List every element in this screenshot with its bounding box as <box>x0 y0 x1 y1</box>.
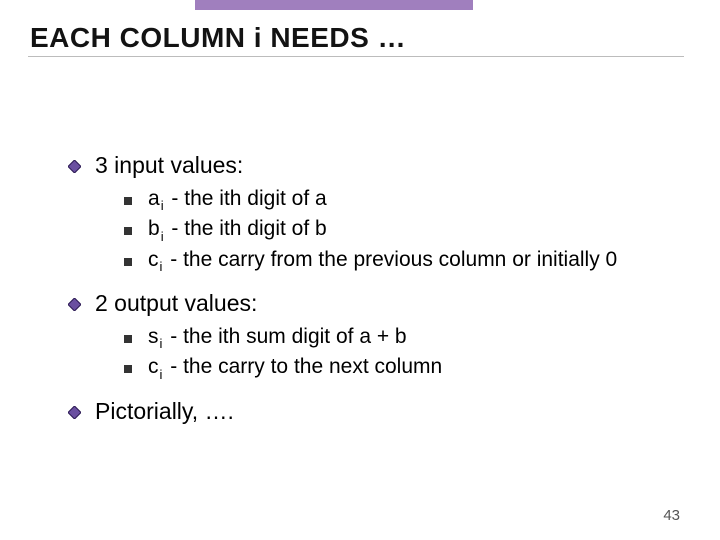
list-item: ai - the ith digit of a <box>124 185 680 213</box>
bullet-pictorially: Pictorially, …. <box>68 396 680 425</box>
square-bullet-icon <box>124 365 132 373</box>
diamond-bullet-icon <box>68 160 81 173</box>
item-text: ai - the ith digit of a <box>148 185 327 213</box>
list-item: ci - the carry to the next column <box>124 353 680 381</box>
list-item: ci - the carry from the previous column … <box>124 246 680 274</box>
square-bullet-icon <box>124 227 132 235</box>
header-region: EACH COLUMN i NEEDS … <box>0 0 720 52</box>
item-text: bi - the ith digit of b <box>148 215 327 243</box>
square-bullet-icon <box>124 197 132 205</box>
bullet-input-values: 3 input values: <box>68 150 680 179</box>
input-values-list: ai - the ith digit of a bi - the ith dig… <box>124 185 680 274</box>
item-text: ci - the carry from the previous column … <box>148 246 617 274</box>
square-bullet-icon <box>124 258 132 266</box>
header-divider <box>28 56 684 57</box>
bullet-text: 2 output values: <box>95 288 257 317</box>
item-text: ci - the carry to the next column <box>148 353 442 381</box>
slide: EACH COLUMN i NEEDS … 3 input values: ai… <box>0 0 720 540</box>
slide-body: 3 input values: ai - the ith digit of a … <box>68 150 680 431</box>
square-bullet-icon <box>124 335 132 343</box>
diamond-bullet-icon <box>68 298 81 311</box>
page-number: 43 <box>663 507 680 524</box>
bullet-text: Pictorially, …. <box>95 396 234 425</box>
item-text: si - the ith sum digit of a + b <box>148 323 407 351</box>
list-item: si - the ith sum digit of a + b <box>124 323 680 351</box>
list-item: bi - the ith digit of b <box>124 215 680 243</box>
header-accent-bar <box>195 0 473 10</box>
diamond-bullet-icon <box>68 406 81 419</box>
slide-title: EACH COLUMN i NEEDS … <box>30 22 406 54</box>
bullet-output-values: 2 output values: <box>68 288 680 317</box>
bullet-text: 3 input values: <box>95 150 243 179</box>
output-values-list: si - the ith sum digit of a + b ci - the… <box>124 323 680 382</box>
